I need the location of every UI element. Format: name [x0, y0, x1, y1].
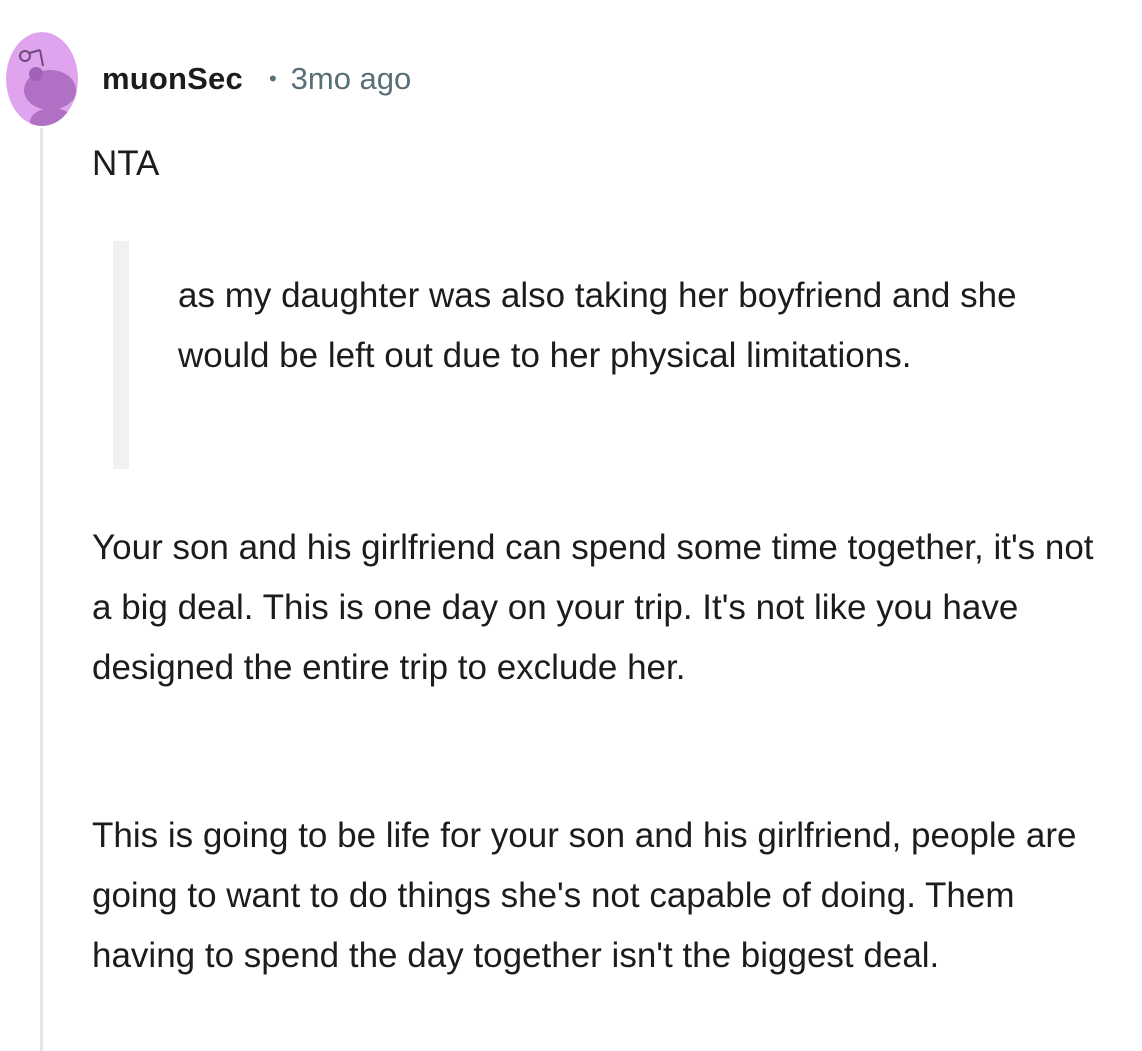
blockquote-text: as my daughter was also taking her boyfr…	[178, 276, 1017, 375]
thread-line[interactable]	[40, 128, 43, 1051]
comment-paragraph: This is going to be life for your son an…	[92, 816, 1077, 975]
snoo-avatar-icon[interactable]	[6, 32, 78, 126]
blockquote-bar	[113, 241, 129, 469]
meta-separator: •	[268, 66, 277, 91]
username-link[interactable]: muonSec	[102, 61, 243, 97]
comment-paragraph: Your son and his girlfriend can spend so…	[92, 528, 1094, 687]
comment-header: muonSec • 3mo ago	[102, 58, 411, 100]
comment-verdict: NTA	[92, 144, 160, 183]
comment-timestamp[interactable]: 3mo ago	[291, 61, 412, 97]
